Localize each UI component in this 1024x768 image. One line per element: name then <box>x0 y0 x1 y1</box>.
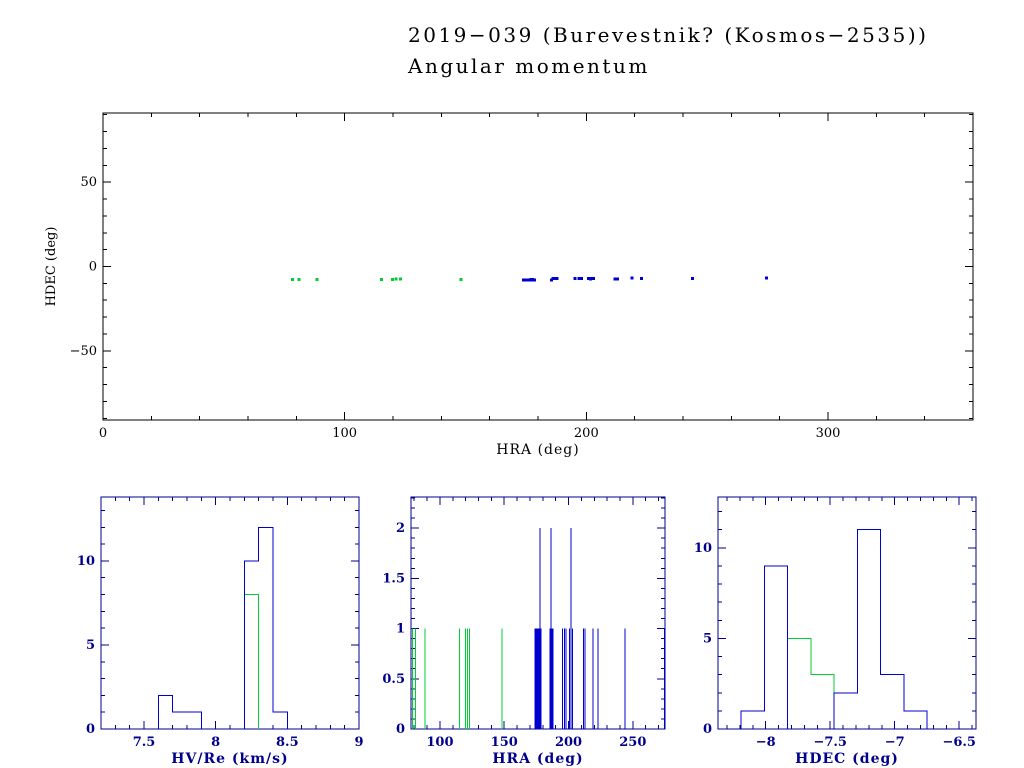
tick-marks <box>718 497 976 729</box>
blue-observations-series <box>522 277 768 282</box>
data-point-marker <box>631 277 634 280</box>
x-tick-label: 8.5 <box>276 735 299 750</box>
y-tick-label: 5 <box>703 631 712 646</box>
x-tick-label: 7.5 <box>133 735 156 750</box>
data-point-marker <box>573 277 576 280</box>
data-point-marker <box>297 278 300 281</box>
x-tick-label: 8 <box>211 735 220 750</box>
y-tick-label: −50 <box>70 344 97 359</box>
x-tick-label: 100 <box>332 426 357 441</box>
data-point-marker <box>691 277 694 280</box>
green-spikes-series <box>412 629 502 729</box>
tick-marks <box>101 497 359 729</box>
y-axis-title: HDEC (deg) <box>44 227 59 307</box>
scatter-hra-hdec-panel: 0 100 200 300 −50 0 50 HRA (deg) HDEC (deg) <box>44 113 973 458</box>
x-axis-title: HV/Re (km/s) <box>171 751 288 767</box>
blue-spikes-series <box>535 528 664 729</box>
histogram-outline <box>244 595 258 729</box>
data-point-marker <box>577 277 580 280</box>
histogram-outline <box>741 530 927 729</box>
x-axis-title: HRA (deg) <box>496 442 579 458</box>
plots-canvas: 0100200300−50050HRA (deg)HDEC (deg)7.588… <box>0 0 1024 768</box>
tick-marks <box>103 113 973 420</box>
green-observations-series <box>291 278 462 281</box>
hist-hdec-panel: −8 −7.5 −7 −6.5 0 5 10 HDEC (deg) <box>694 497 976 767</box>
y-tick-label: 2 <box>396 521 405 536</box>
plot-frame <box>101 497 359 729</box>
blue-histogram-series <box>158 527 287 729</box>
plot-frame <box>103 113 973 420</box>
y-tick-label: 1 <box>396 622 405 637</box>
data-point-marker <box>640 277 643 280</box>
data-point-marker <box>395 278 398 281</box>
x-axis-title: HDEC (deg) <box>795 751 899 767</box>
data-point-marker <box>580 277 583 280</box>
plot-frame <box>718 497 976 729</box>
y-tick-label: 10 <box>77 554 95 569</box>
hist-hv-panel: 7.5 8 8.5 9 0 5 10 HV/Re (km/s) <box>77 497 364 767</box>
y-tick-label: 10 <box>694 541 712 556</box>
blue-histogram-series <box>741 530 927 729</box>
x-tick-label: −8 <box>756 735 776 750</box>
green-histogram-series <box>788 638 834 729</box>
x-axis-title: HRA (deg) <box>492 751 583 767</box>
y-tick-label: 0 <box>89 260 97 275</box>
y-tick-label: 5 <box>86 638 95 653</box>
y-tick-label: 50 <box>80 175 97 190</box>
y-tick-label: 1.5 <box>382 571 405 586</box>
x-tick-label: −7.5 <box>813 735 847 750</box>
x-tick-label: −7 <box>885 735 905 750</box>
data-point-marker <box>533 278 536 281</box>
green-histogram-series <box>244 595 258 729</box>
y-tick-label: 0 <box>396 722 405 737</box>
data-point-marker <box>555 277 558 280</box>
histogram-outline <box>788 638 834 729</box>
x-tick-label: 200 <box>574 426 599 441</box>
x-tick-label: 150 <box>491 735 518 750</box>
data-point-marker <box>380 278 383 281</box>
y-tick-label: 0.5 <box>382 672 405 687</box>
x-tick-label: −6.5 <box>942 735 976 750</box>
hist-hra-panel: 100 150 200 250 0 0.5 1 1.5 2 HRA (deg) <box>382 497 665 767</box>
data-point-marker <box>391 278 394 281</box>
x-tick-label: 200 <box>555 735 582 750</box>
y-tick-label: 0 <box>86 722 95 737</box>
x-tick-label: 9 <box>354 735 363 750</box>
data-point-marker <box>589 277 592 280</box>
x-tick-label: 0 <box>99 426 107 441</box>
figure-page: 2019−039 (Burevestnik? (Kosmos−2535)) An… <box>0 0 1024 768</box>
data-point-marker <box>616 277 619 280</box>
histogram-outline <box>158 527 287 729</box>
data-point-marker <box>765 277 768 280</box>
x-tick-label: 300 <box>816 426 841 441</box>
y-tick-label: 0 <box>703 722 712 737</box>
data-point-marker <box>592 277 595 280</box>
data-point-marker <box>399 278 402 281</box>
x-tick-label: 100 <box>426 735 453 750</box>
data-point-marker <box>460 278 463 281</box>
x-tick-label: 250 <box>619 735 646 750</box>
data-point-marker <box>291 278 294 281</box>
data-point-marker <box>315 278 318 281</box>
